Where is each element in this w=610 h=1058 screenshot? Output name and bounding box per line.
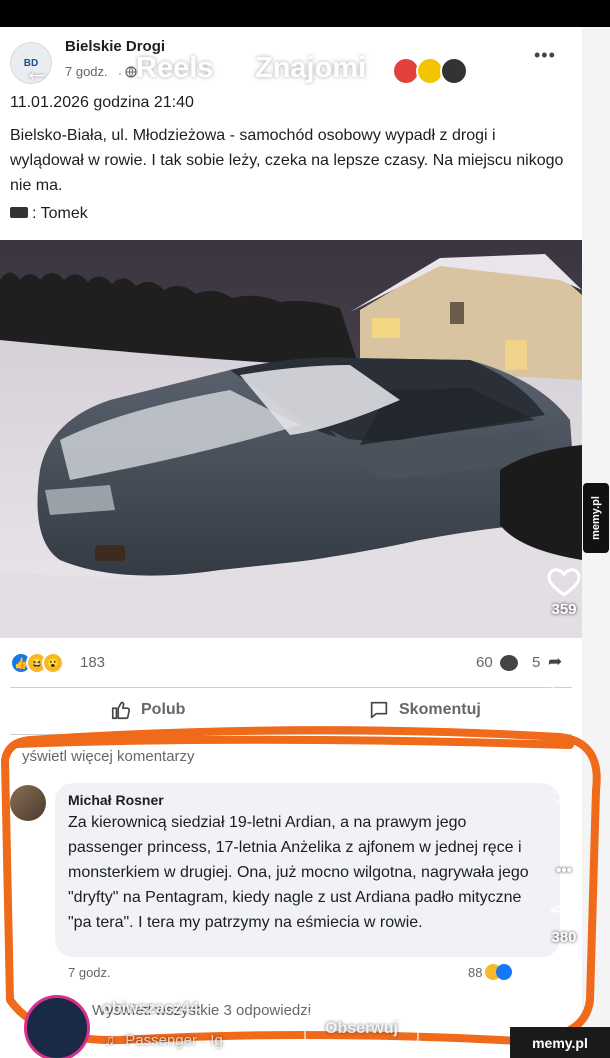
repost-icon	[553, 787, 575, 807]
music-note-icon: ♫	[104, 1032, 116, 1049]
post-time[interactable]: 7 godz.	[65, 64, 108, 79]
camera-icon	[10, 207, 28, 219]
back-arrow-icon[interactable]: ←	[24, 56, 50, 87]
divider	[10, 687, 572, 688]
side-watermark-text: memy.pl	[590, 496, 602, 540]
reel-comment-count: 1	[560, 706, 568, 721]
reel-account-avatar[interactable]	[24, 995, 90, 1058]
reel-audio[interactable]: ♫ Passenger · Ig	[104, 1032, 223, 1049]
post-date: 11.01.2026 godzina 21:40	[10, 94, 194, 111]
reel-account-name[interactable]: obiwszacz44	[102, 1000, 199, 1018]
tab-reels[interactable]: Reels	[136, 52, 213, 85]
comment-button-label: Skomentuj	[399, 701, 481, 718]
reel-repost-count: 15	[556, 814, 572, 829]
follow-button[interactable]: Obserwuj	[304, 1012, 419, 1046]
divider	[10, 734, 572, 735]
thumbs-up-icon	[111, 701, 130, 720]
reel-share-control[interactable]: 380	[540, 893, 588, 946]
post-photo[interactable]	[0, 240, 582, 638]
reel-audio-label: Passenger · Ig	[125, 1032, 223, 1049]
commenter-name[interactable]: Michał Rosner	[68, 792, 164, 808]
comment-bubble-icon	[500, 655, 518, 671]
wow-reaction-icon: 😮	[42, 652, 64, 674]
friend-avatar	[440, 57, 468, 85]
comment-icon	[370, 701, 388, 719]
comment-reactions[interactable]: 88	[468, 964, 513, 980]
corner-watermark: memy.pl	[510, 1027, 610, 1058]
reel-repost-control[interactable]: 15	[540, 780, 588, 829]
post-more-options-button[interactable]: •••	[534, 45, 556, 66]
comment-text: Za kierownicą siedział 19-letni Ardian, …	[68, 814, 529, 931]
comment-reaction-count: 88	[468, 964, 483, 980]
friend-avatars[interactable]	[392, 57, 468, 85]
reaction-count[interactable]: 183	[80, 654, 105, 671]
reel-comment-icon	[551, 674, 577, 703]
reel-more-button[interactable]: •••	[540, 860, 588, 879]
comment-button[interactable]: Skomentuj	[368, 699, 481, 721]
reel-share-count: 380	[551, 929, 577, 946]
reel-more-dots: •••	[556, 862, 572, 879]
heart-icon	[547, 568, 581, 597]
reel-comment-control[interactable]: 1	[540, 672, 588, 721]
tab-friends[interactable]: Znajomi	[255, 52, 366, 85]
side-watermark: memy.pl	[583, 483, 609, 553]
like-reaction-icon	[496, 964, 513, 980]
globe-icon: ·	[118, 66, 137, 80]
post-credit: : Tomek	[10, 205, 88, 223]
share-arrow-icon: ➦	[548, 652, 563, 671]
comment-count[interactable]: 60	[476, 654, 493, 671]
crashed-car-photo	[0, 240, 582, 638]
reaction-icons[interactable]: 👍 😆 😮	[10, 652, 64, 674]
like-button-label: Polub	[141, 701, 186, 718]
reel-like-control[interactable]: 359	[540, 563, 588, 618]
send-icon	[549, 897, 579, 926]
share-count[interactable]: 5	[532, 654, 540, 671]
like-button[interactable]: Polub	[110, 699, 185, 721]
view-more-comments-link[interactable]: yświetl więcej komentarzy	[22, 748, 195, 765]
post-body-text: Bielsko-Biała, ul. Młodzieżowa - samochó…	[10, 127, 564, 194]
reel-like-count: 359	[551, 601, 577, 618]
photo-author: Tomek	[40, 205, 88, 222]
comment-time[interactable]: 7 godz.	[68, 965, 111, 980]
commenter-avatar[interactable]	[10, 785, 46, 821]
